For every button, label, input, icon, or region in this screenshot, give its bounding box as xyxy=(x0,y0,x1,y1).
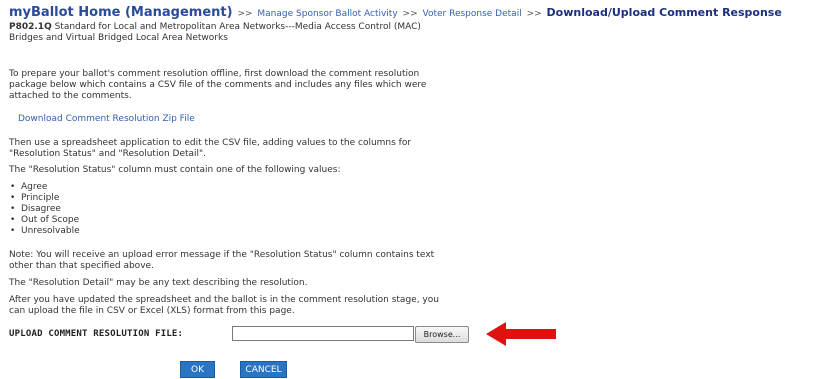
file-path-input[interactable] xyxy=(232,326,414,341)
list-item: Principle xyxy=(9,193,80,204)
intro-line: To prepare your ballot's comment resolut… xyxy=(9,69,420,79)
after-line: can upload the file in CSV or Excel (XLS… xyxy=(9,306,295,316)
list-item: Unresolvable xyxy=(9,226,80,237)
edit-line: "Resolution Status" and "Resolution Deta… xyxy=(9,149,207,159)
ok-button[interactable]: OK xyxy=(180,361,215,378)
note-line: Note: You will receive an upload error m… xyxy=(9,250,435,260)
breadcrumb-separator: >> xyxy=(237,9,253,19)
breadcrumb-separator: >> xyxy=(526,9,542,19)
list-item: Disagree xyxy=(9,204,80,215)
ballot-title-line1: Standard for Local and Metropolitan Area… xyxy=(54,22,421,32)
edit-paragraph: Then use a spreadsheet application to ed… xyxy=(9,138,509,160)
breadcrumb-current: Download/Upload Comment Response xyxy=(546,6,782,19)
status-intro: The "Resolution Status" column must cont… xyxy=(9,165,341,175)
download-zip-link[interactable]: Download Comment Resolution Zip File xyxy=(18,114,195,124)
browse-button[interactable]: Browse... xyxy=(415,326,469,343)
breadcrumb-home-link[interactable]: myBallot Home (Management) xyxy=(9,5,233,20)
intro-paragraph: To prepare your ballot's comment resolut… xyxy=(9,69,509,102)
breadcrumb-manage-sponsor-link[interactable]: Manage Sponsor Ballot Activity xyxy=(257,9,397,19)
note-line: other than that specified above. xyxy=(9,261,154,271)
breadcrumb: myBallot Home (Management) >> Manage Spo… xyxy=(9,5,782,20)
list-item: Agree xyxy=(9,182,80,193)
note-paragraph: Note: You will receive an upload error m… xyxy=(9,250,509,272)
detail-paragraph: The "Resolution Detail" may be any text … xyxy=(9,278,308,288)
status-values-list: Agree Principle Disagree Out of Scope Un… xyxy=(9,182,80,237)
ballot-title: P802.1Q Standard for Local and Metropoli… xyxy=(9,22,489,44)
list-item: Out of Scope xyxy=(9,215,80,226)
after-line: After you have updated the spreadsheet a… xyxy=(9,295,439,305)
intro-line: package below which contains a CSV file … xyxy=(9,80,427,90)
cancel-button[interactable]: CANCEL xyxy=(240,361,287,378)
edit-line: Then use a spreadsheet application to ed… xyxy=(9,138,412,148)
breadcrumb-separator: >> xyxy=(402,9,418,19)
upload-label: UPLOAD COMMENT RESOLUTION FILE: xyxy=(9,329,184,339)
after-paragraph: After you have updated the spreadsheet a… xyxy=(9,295,509,317)
breadcrumb-voter-response-link[interactable]: Voter Response Detail xyxy=(423,9,522,19)
ballot-title-line2: Bridges and Virtual Bridged Local Area N… xyxy=(9,33,228,43)
intro-line: attached to the comments. xyxy=(9,91,132,101)
red-arrow-icon xyxy=(486,322,556,346)
ballot-id: P802.1Q xyxy=(9,22,52,32)
